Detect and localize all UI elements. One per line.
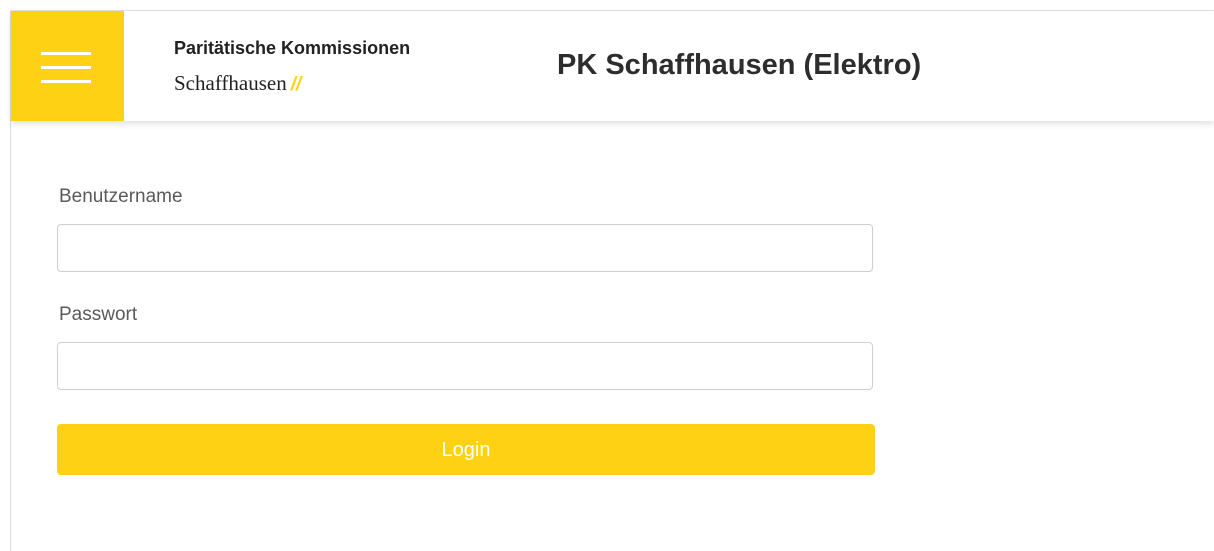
app-header: Paritätische Kommissionen Schaffhausen//… [11, 11, 1214, 121]
logo-title: Paritätische Kommissionen [174, 38, 411, 58]
logo-slashes: // [290, 74, 302, 95]
logo: Paritätische Kommissionen Schaffhausen// [174, 38, 504, 98]
page-title: PK Schaffhausen (Elektro) [557, 49, 922, 81]
username-label: Benutzername [59, 186, 183, 207]
password-input[interactable] [57, 342, 873, 390]
password-label: Passwort [59, 304, 138, 325]
username-input[interactable] [57, 224, 873, 272]
menu-button[interactable] [11, 11, 124, 121]
logo-subtitle: Schaffhausen// [174, 71, 301, 96]
login-page: Paritätische Kommissionen Schaffhausen//… [0, 0, 1214, 551]
login-button[interactable]: Login [57, 424, 875, 475]
logo-location: Schaffhausen [174, 71, 287, 95]
